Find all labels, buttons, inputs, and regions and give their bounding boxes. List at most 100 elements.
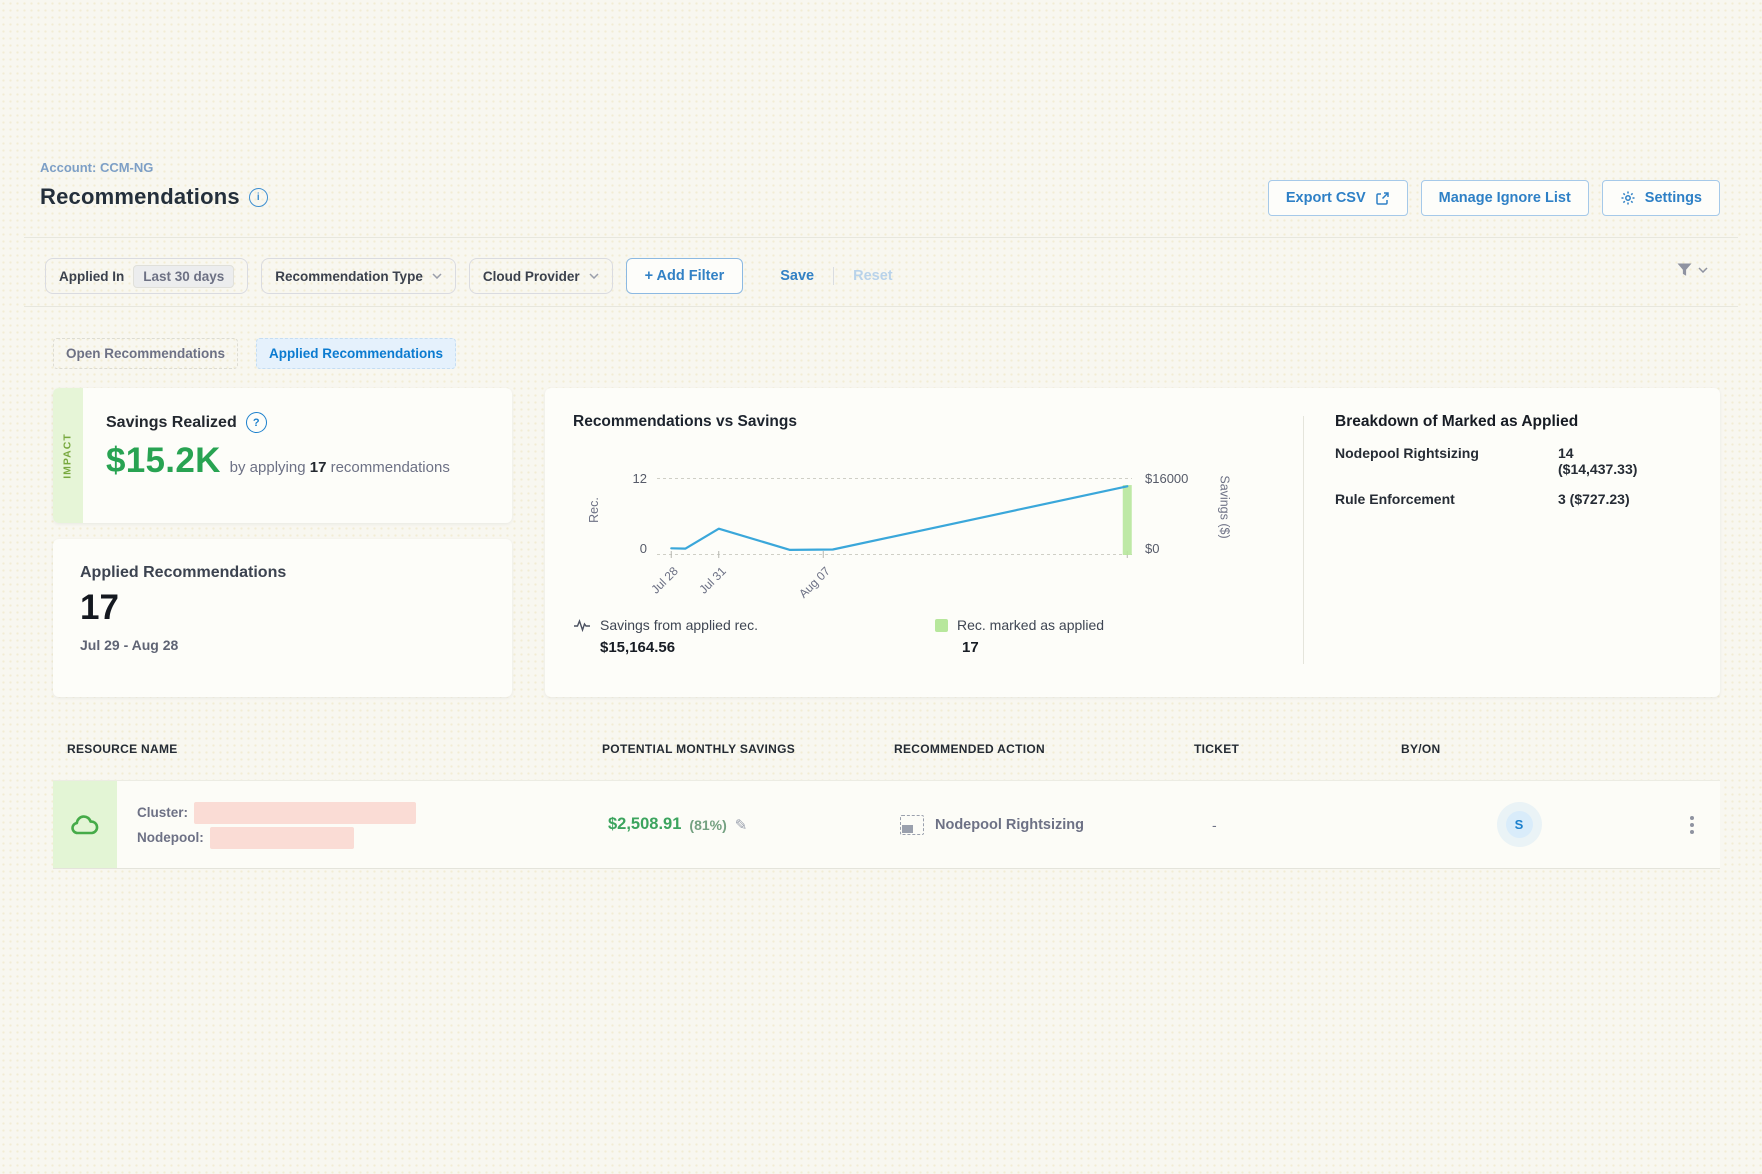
potential-savings-cell: $2,508.91 (81%) ✎ <box>608 815 900 834</box>
nodepool-label: Nodepool: <box>137 830 204 845</box>
ticket-cell: - <box>1200 817 1419 833</box>
applied-card-date-range: Jul 29 - Aug 28 <box>80 637 512 653</box>
breadcrumb-account[interactable]: Account: CCM-NG <box>40 160 153 175</box>
header-actions: Export CSV Manage Ignore List Settings <box>1268 180 1720 216</box>
green-swatch-icon <box>935 619 948 632</box>
cloud-provider-label: Cloud Provider <box>483 269 580 284</box>
help-icon[interactable]: ? <box>246 412 267 433</box>
export-csv-label: Export CSV <box>1286 190 1366 206</box>
breakdown-row: Rule Enforcement 3 ($727.23) <box>1335 491 1695 507</box>
recommendations-page: Account: CCM-NG Recommendations i Export… <box>0 0 1762 1174</box>
filter-recommendation-type[interactable]: Recommendation Type <box>261 258 456 294</box>
resource-type-cell <box>53 781 117 868</box>
gear-icon <box>1620 190 1636 206</box>
cluster-name-redacted <box>194 802 416 824</box>
manage-ignore-list-button[interactable]: Manage Ignore List <box>1421 180 1589 216</box>
impact-body: Savings Realized ? $15.2K by applying 17… <box>83 388 450 523</box>
table-row[interactable]: Cluster: Nodepool: $2,508.91 (81%) ✎ Nod… <box>53 780 1720 869</box>
applied-in-value[interactable]: Last 30 days <box>133 265 234 288</box>
impact-strip: IMPACT <box>53 388 83 523</box>
savings-suffix-pre: by applying <box>230 459 310 476</box>
by-on-cell: S <box>1419 811 1619 838</box>
chart-card: Recommendations vs Savings 12 0 Rec. $16… <box>545 388 1720 697</box>
applied-card-title: Applied Recommendations <box>80 564 512 582</box>
savings-suffix: by applying 17 recommendations <box>230 459 450 476</box>
settings-button[interactable]: Settings <box>1602 180 1720 216</box>
breakdown-panel: Breakdown of Marked as Applied Nodepool … <box>1335 413 1695 507</box>
settings-label: Settings <box>1645 190 1702 206</box>
breakdown-title: Breakdown of Marked as Applied <box>1335 413 1695 431</box>
column-header-ticket[interactable]: TICKET <box>1194 742 1401 756</box>
applied-card-count: 17 <box>80 588 512 628</box>
line-chart-plot[interactable] <box>657 478 1132 555</box>
y-left-max-tick: 12 <box>607 471 647 486</box>
column-header-resource-name[interactable]: RESOURCE NAME <box>53 742 602 756</box>
breakdown-row-value: 3 ($727.23) <box>1558 491 1630 507</box>
tab-open-recommendations[interactable]: Open Recommendations <box>53 338 238 369</box>
nodepool-rightsizing-icon <box>900 815 924 835</box>
filter-bar: Applied In Last 30 days Recommendation T… <box>45 258 899 294</box>
cloud-icon <box>70 813 100 837</box>
column-header-potential-monthly-savings[interactable]: POTENTIAL MONTHLY SAVINGS <box>602 742 894 756</box>
add-filter-button[interactable]: + Add Filter <box>626 258 744 294</box>
breakdown-row: Nodepool Rightsizing 14 ($14,437.33) <box>1335 445 1695 477</box>
avatar[interactable]: S <box>1506 811 1533 838</box>
legend-marked-applied: Rec. marked as applied 17 <box>935 617 1104 656</box>
tab-applied-recommendations[interactable]: Applied Recommendations <box>256 338 456 369</box>
column-header-by-on[interactable]: BY/ON <box>1401 742 1601 756</box>
savings-suffix-count: 17 <box>310 459 327 476</box>
savings-value: $2,508.91 <box>608 815 681 834</box>
filter-applied-in[interactable]: Applied In Last 30 days <box>45 258 248 294</box>
savings-suffix-post: recommendations <box>326 459 449 476</box>
export-csv-button[interactable]: Export CSV <box>1268 180 1408 216</box>
x-tick-label: Aug 07 <box>796 564 833 601</box>
breakdown-row-label: Nodepool Rightsizing <box>1335 445 1558 477</box>
savings-amount: $15.2K <box>106 441 221 481</box>
table-header-row: RESOURCE NAME POTENTIAL MONTHLY SAVINGS … <box>53 742 1720 756</box>
recommended-action-label: Nodepool Rightsizing <box>935 817 1084 833</box>
page-title-row: Recommendations i <box>40 184 268 210</box>
y-right-max-tick: $16000 <box>1145 471 1188 486</box>
resource-name-cell[interactable]: Cluster: Nodepool: <box>117 800 608 850</box>
y-left-min-tick: 0 <box>607 541 647 556</box>
y-right-min-tick: $0 <box>1145 541 1159 556</box>
legend-savings-value: $15,164.56 <box>600 639 758 656</box>
funnel-icon <box>1676 262 1693 278</box>
x-tick-label: Jul 31 <box>696 564 729 597</box>
filter-panel-toggle[interactable] <box>1676 262 1708 278</box>
nodepool-name-redacted <box>210 827 354 849</box>
savings-realized-title: Savings Realized <box>106 414 237 432</box>
savings-percent: (81%) <box>689 817 726 833</box>
x-tick-label: Jul 28 <box>649 564 682 597</box>
breakdown-row-label: Rule Enforcement <box>1335 491 1558 507</box>
row-menu-kebab-icon[interactable] <box>1684 810 1700 840</box>
filter-cloud-provider[interactable]: Cloud Provider <box>469 258 613 294</box>
reset-filter-button[interactable]: Reset <box>847 268 899 284</box>
chevron-down-icon <box>432 273 442 279</box>
recommendations-tabs: Open Recommendations Applied Recommendat… <box>53 338 456 369</box>
legend-marked-applied-value: 17 <box>962 639 1104 656</box>
savings-realized-card: IMPACT Savings Realized ? $15.2K by appl… <box>53 388 512 523</box>
edit-pencil-icon[interactable]: ✎ <box>735 816 748 834</box>
save-filter-button[interactable]: Save <box>774 268 820 284</box>
applied-recommendations-card: Applied Recommendations 17 Jul 29 - Aug … <box>53 539 512 697</box>
external-link-icon <box>1375 191 1390 206</box>
card-vertical-divider <box>1303 416 1304 664</box>
cluster-label: Cluster: <box>137 805 188 820</box>
recommended-action-cell: Nodepool Rightsizing <box>900 815 1200 835</box>
x-axis-tick-labels: Jul 28Jul 31Aug 07 <box>657 560 1132 600</box>
manage-ignore-list-label: Manage Ignore List <box>1439 190 1571 206</box>
save-reset-divider <box>833 267 834 285</box>
breakdown-row-value: 14 ($14,437.33) <box>1558 445 1637 477</box>
column-header-recommended-action[interactable]: RECOMMENDED ACTION <box>894 742 1194 756</box>
savings-realized-title-row: Savings Realized ? <box>106 412 450 433</box>
legend-savings-label: Savings from applied rec. <box>600 617 758 633</box>
y-right-axis-label: Savings ($) <box>1218 475 1232 538</box>
chart-title: Recommendations vs Savings <box>573 413 797 431</box>
recommendation-type-label: Recommendation Type <box>275 269 423 284</box>
info-icon[interactable]: i <box>249 188 268 207</box>
applied-in-label: Applied In <box>59 269 124 284</box>
filter-divider <box>24 306 1738 307</box>
legend-marked-applied-label: Rec. marked as applied <box>957 617 1104 633</box>
impact-strip-label: IMPACT <box>62 433 74 478</box>
